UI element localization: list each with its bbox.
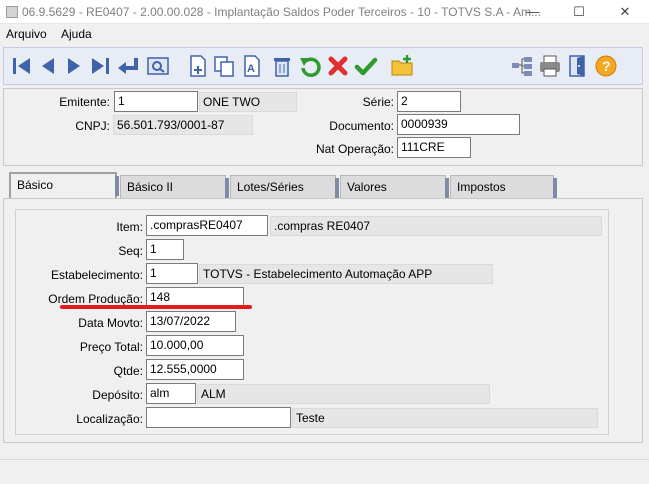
item-label: Item: (116, 220, 143, 234)
localizacao-description: Teste (292, 408, 598, 428)
menu-arquivo[interactable]: Arquivo (6, 27, 47, 41)
cnpj-value: 56.501.793/0001-87 (113, 115, 253, 135)
confirm-icon[interactable] (354, 54, 378, 78)
seq-input[interactable]: 1 (146, 239, 184, 260)
estabelecimento-label: Estabelecimento: (50, 268, 143, 282)
preco-total-input[interactable]: 10.000,00 (146, 335, 244, 356)
emitente-input[interactable]: 1 (114, 91, 198, 112)
localizacao-input[interactable] (146, 407, 291, 428)
serie-label: Série: (362, 95, 394, 109)
minimize-button[interactable]: — (510, 0, 556, 24)
svg-text:A: A (247, 63, 255, 75)
deposito-description: ALM (197, 384, 490, 404)
ordem-producao-label: Ordem Produção: (48, 292, 143, 306)
last-record-icon[interactable] (88, 54, 112, 78)
tab-lotes-series[interactable]: Lotes/Séries (230, 175, 339, 198)
cnpj-label: CNPJ: (75, 119, 110, 133)
maximize-button[interactable]: ☐ (556, 0, 602, 24)
help-icon[interactable]: ? (594, 54, 618, 78)
qtde-input[interactable]: 12.555,0000 (146, 359, 244, 380)
edit-record-icon[interactable]: A (240, 54, 264, 78)
nat-operacao-label: Nat Operação: (315, 142, 394, 156)
status-bar (0, 459, 649, 484)
nat-operacao-input[interactable]: 111CRE (397, 137, 471, 158)
serie-input[interactable]: 2 (397, 91, 461, 112)
undo-icon[interactable] (298, 54, 322, 78)
preco-total-label: Preço Total: (79, 340, 143, 354)
menu-bar: Arquivo Ajuda (0, 24, 649, 44)
qtde-label: Qtde: (113, 364, 143, 378)
estabelecimento-input[interactable]: 1 (146, 263, 198, 284)
item-description: .compras RE0407 (270, 216, 602, 236)
menu-ajuda[interactable]: Ajuda (61, 27, 92, 41)
first-record-icon[interactable] (10, 54, 34, 78)
goto-icon[interactable] (116, 54, 140, 78)
new-record-icon[interactable] (186, 54, 210, 78)
emitente-name: ONE TWO (199, 92, 297, 112)
copy-record-icon[interactable] (212, 54, 236, 78)
title-bar: 06.9.5629 - RE0407 - 2.00.00.028 - Impla… (0, 0, 649, 24)
window-title: 06.9.5629 - RE0407 - 2.00.00.028 - Impla… (22, 5, 541, 19)
tab-basico-ii[interactable]: Básico II (120, 175, 229, 198)
exit-icon[interactable] (566, 54, 590, 78)
print-icon[interactable] (538, 54, 562, 78)
localizacao-label: Localização: (76, 412, 143, 426)
tab-impostos[interactable]: Impostos (450, 175, 557, 198)
toolbar: A ? (3, 47, 643, 85)
item-input[interactable]: .comprasRE0407 (146, 215, 268, 236)
deposito-label: Depósito: (92, 388, 143, 402)
seq-label: Seq: (118, 244, 143, 258)
close-button[interactable]: ✕ (602, 0, 648, 24)
data-movto-label: Data Movto: (78, 316, 143, 330)
cancel-icon[interactable] (326, 54, 350, 78)
new-folder-icon[interactable] (390, 54, 414, 78)
emitente-label: Emitente: (59, 95, 110, 109)
red-annotation-underline (60, 305, 252, 309)
tree-icon[interactable] (510, 54, 534, 78)
next-record-icon[interactable] (62, 54, 86, 78)
data-movto-input[interactable]: 13/07/2022 (146, 311, 236, 332)
svg-text:?: ? (602, 58, 611, 74)
search-icon[interactable] (146, 54, 170, 78)
delete-record-icon[interactable] (270, 54, 294, 78)
documento-label: Documento: (329, 119, 394, 133)
previous-record-icon[interactable] (36, 54, 60, 78)
estabelecimento-description: TOTVS - Estabelecimento Automação APP (199, 264, 493, 284)
documento-input[interactable]: 0000939 (397, 114, 520, 135)
tab-basico[interactable]: Básico (9, 172, 119, 198)
app-icon (6, 6, 18, 18)
deposito-input[interactable]: alm (146, 383, 196, 404)
tab-valores[interactable]: Valores (340, 175, 449, 198)
